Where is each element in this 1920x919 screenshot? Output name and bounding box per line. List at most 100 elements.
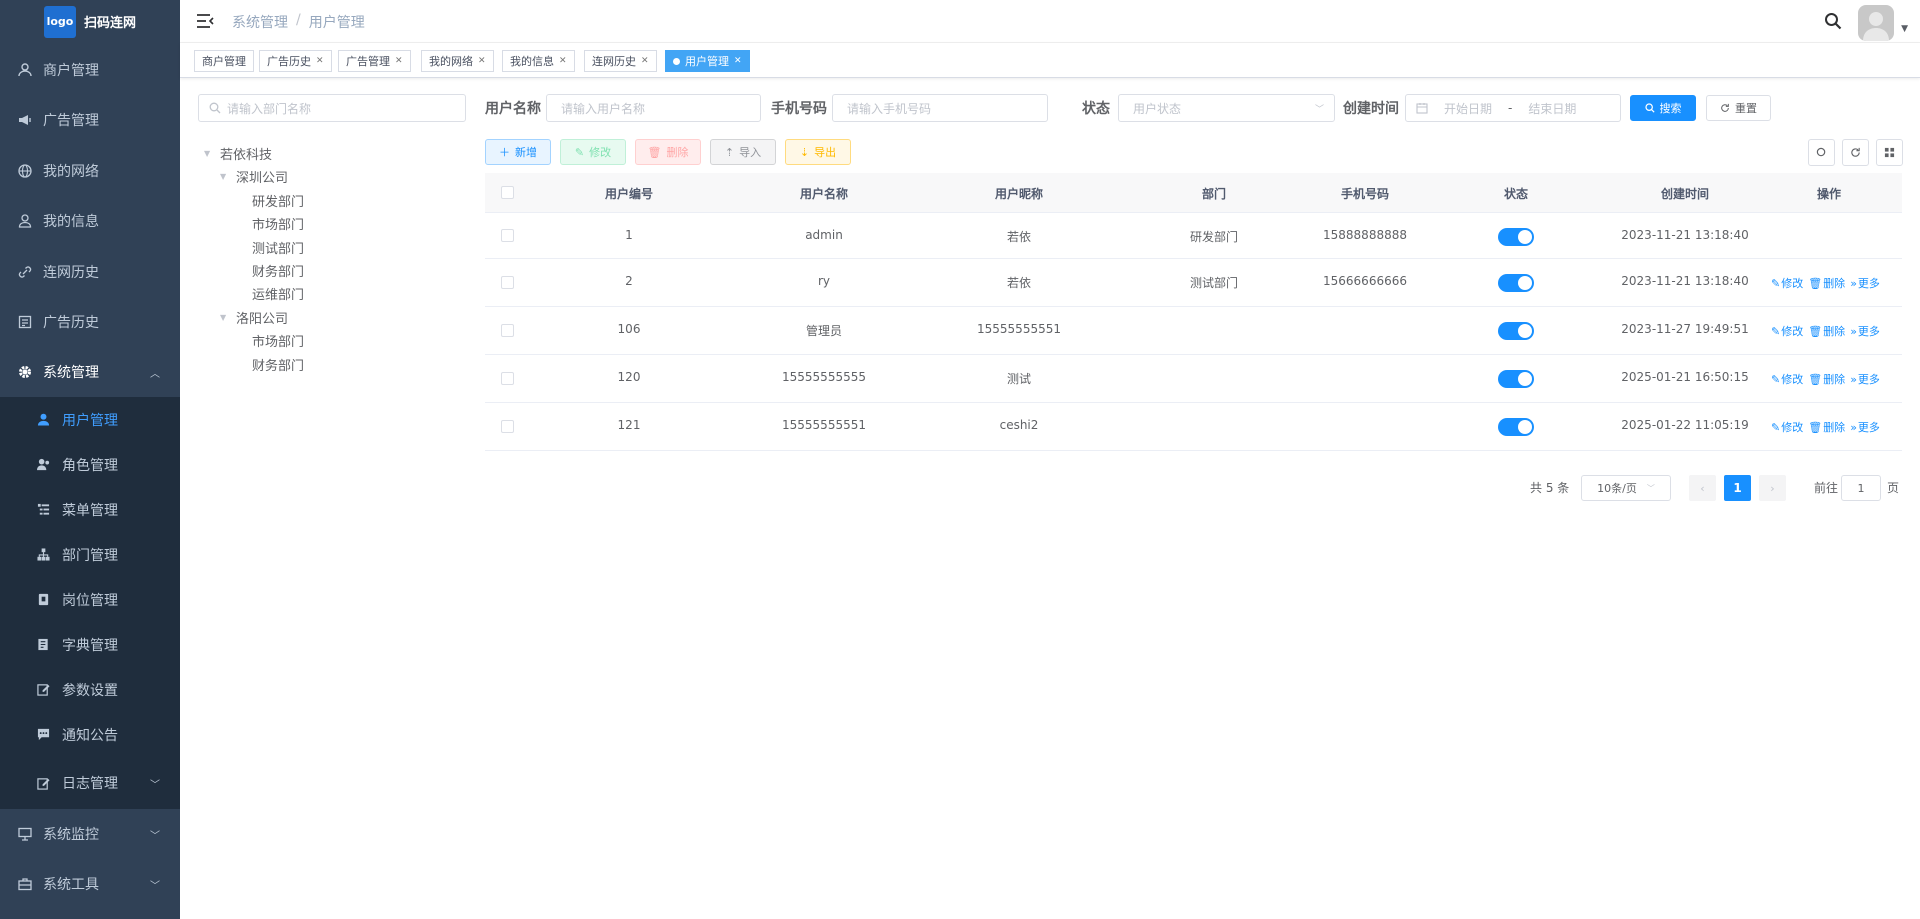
submenu-item-config[interactable]: 参数设置 bbox=[0, 667, 180, 712]
sidebar-item-monitor[interactable]: 系统监控 ﹀ bbox=[0, 809, 180, 859]
column-header[interactable]: 状态 bbox=[1504, 185, 1528, 202]
row-delete-link[interactable]: 🗑 删除 bbox=[1808, 323, 1845, 339]
username-input[interactable]: 请输入用户名称 bbox=[546, 94, 761, 122]
tag-myinfo[interactable]: 我的信息 ✕ bbox=[502, 50, 575, 72]
tag-ad-history[interactable]: 广告历史 ✕ bbox=[259, 50, 332, 72]
date-range-picker[interactable]: 开始日期 - 结束日期 bbox=[1405, 94, 1621, 122]
tag-user-active[interactable]: 用户管理 ✕ bbox=[665, 50, 750, 72]
column-header[interactable]: 创建时间 bbox=[1661, 185, 1709, 202]
caret-down-icon[interactable]: ▼ bbox=[1901, 24, 1908, 34]
toggle-search-button[interactable] bbox=[1808, 139, 1835, 166]
import-button[interactable]: ⇡ 导入 bbox=[710, 139, 776, 165]
row-edit-link[interactable]: ✎ 修改 bbox=[1771, 419, 1803, 435]
table-row[interactable]: 2 ry 若依 测试部门 15666666666 2023-11-21 13:1… bbox=[485, 259, 1902, 307]
dept-search-input[interactable]: 请输入部门名称 bbox=[198, 94, 466, 122]
tree-node-dept[interactable]: 运维部门 bbox=[236, 284, 304, 303]
tree-node-dept[interactable]: 市场部门 bbox=[236, 214, 304, 233]
sidebar-item-ads[interactable]: 广告管理 bbox=[0, 95, 180, 145]
tree-node-company[interactable]: ▼ 深圳公司 bbox=[220, 167, 288, 186]
goto-page-input[interactable]: 1 bbox=[1841, 475, 1881, 501]
tree-node-dept[interactable]: 财务部门 bbox=[236, 355, 304, 374]
row-edit-link[interactable]: ✎ 修改 bbox=[1771, 323, 1803, 339]
caret-down-icon[interactable]: ▼ bbox=[204, 149, 214, 158]
status-select[interactable]: 用户状态 ﹀ bbox=[1118, 94, 1335, 122]
submenu-item-dept[interactable]: 部门管理 bbox=[0, 532, 180, 577]
submenu-item-log[interactable]: 日志管理 ﹀ bbox=[0, 757, 180, 809]
row-delete-link[interactable]: 🗑 删除 bbox=[1808, 371, 1845, 387]
status-toggle[interactable] bbox=[1498, 322, 1534, 340]
next-page-button[interactable]: › bbox=[1759, 475, 1786, 501]
sidebar-item-net-history[interactable]: 连网历史 bbox=[0, 247, 180, 297]
sidebar-item-tools[interactable]: 系统工具 ﹀ bbox=[0, 859, 180, 909]
caret-down-icon[interactable]: ▼ bbox=[220, 313, 230, 322]
refresh-button[interactable] bbox=[1842, 139, 1869, 166]
submenu-item-dict[interactable]: 字典管理 bbox=[0, 622, 180, 667]
submenu-item-user[interactable]: 用户管理 bbox=[0, 397, 180, 442]
tree-node-root[interactable]: ▼ 若依科技 bbox=[204, 144, 272, 163]
phone-input[interactable]: 请输入手机号码 bbox=[832, 94, 1048, 122]
row-more-link[interactable]: » 更多 bbox=[1850, 419, 1880, 435]
submenu-item-role[interactable]: 角色管理 bbox=[0, 442, 180, 487]
column-header[interactable]: 用户编号 bbox=[605, 185, 653, 202]
row-more-link[interactable]: » 更多 bbox=[1850, 275, 1880, 291]
page-number-current[interactable]: 1 bbox=[1724, 475, 1751, 501]
column-header[interactable]: 用户名称 bbox=[800, 185, 848, 202]
status-toggle[interactable] bbox=[1498, 370, 1534, 388]
table-row[interactable]: 120 15555555555 测试 2025-01-21 16:50:15 ✎… bbox=[485, 355, 1902, 403]
column-header[interactable]: 手机号码 bbox=[1341, 185, 1389, 202]
column-header[interactable]: 部门 bbox=[1202, 185, 1226, 202]
close-icon[interactable]: ✕ bbox=[559, 56, 567, 66]
close-icon[interactable]: ✕ bbox=[478, 56, 486, 66]
reset-button[interactable]: 重置 bbox=[1706, 95, 1771, 121]
close-icon[interactable]: ✕ bbox=[734, 56, 742, 66]
caret-down-icon[interactable]: ▼ bbox=[220, 172, 230, 181]
search-button[interactable]: 搜索 bbox=[1630, 95, 1696, 121]
avatar[interactable] bbox=[1858, 5, 1894, 41]
tag-merchant[interactable]: 商户管理 bbox=[194, 50, 254, 72]
submenu-item-menu[interactable]: 菜单管理 bbox=[0, 487, 180, 532]
sidebar-item-system[interactable]: 系统管理 ︿ bbox=[0, 347, 180, 397]
status-toggle[interactable] bbox=[1498, 418, 1534, 436]
row-checkbox[interactable] bbox=[501, 324, 514, 337]
row-checkbox[interactable] bbox=[501, 372, 514, 385]
status-toggle[interactable] bbox=[1498, 274, 1534, 292]
prev-page-button[interactable]: ‹ bbox=[1689, 475, 1716, 501]
row-checkbox[interactable] bbox=[501, 229, 514, 242]
export-button[interactable]: ⇣ 导出 bbox=[785, 139, 851, 165]
submenu-item-post[interactable]: 岗位管理 bbox=[0, 577, 180, 622]
row-edit-link[interactable]: ✎ 修改 bbox=[1771, 275, 1803, 291]
table-row[interactable]: 121 15555555551 ceshi2 2025-01-22 11:05:… bbox=[485, 403, 1902, 451]
tree-node-dept[interactable]: 研发部门 bbox=[236, 191, 304, 210]
select-all-checkbox[interactable] bbox=[501, 186, 514, 199]
tag-net-history[interactable]: 连网历史 ✕ bbox=[584, 50, 657, 72]
row-delete-link[interactable]: 🗑 删除 bbox=[1808, 275, 1845, 291]
tree-node-company[interactable]: ▼ 洛阳公司 bbox=[220, 308, 288, 327]
page-size-select[interactable]: 10条/页 ﹀ bbox=[1581, 475, 1671, 501]
sidebar-item-myinfo[interactable]: 我的信息 bbox=[0, 196, 180, 246]
tag-ads[interactable]: 广告管理 ✕ bbox=[338, 50, 411, 72]
sidebar-item-merchant[interactable]: 商户管理 bbox=[0, 45, 180, 95]
close-icon[interactable]: ✕ bbox=[316, 56, 324, 66]
tree-node-dept[interactable]: 财务部门 bbox=[236, 261, 304, 280]
close-icon[interactable]: ✕ bbox=[395, 56, 403, 66]
column-header[interactable]: 用户昵称 bbox=[995, 185, 1043, 202]
search-icon[interactable] bbox=[1824, 12, 1842, 30]
table-row[interactable]: 106 管理员 15555555551 2023-11-27 19:49:51 … bbox=[485, 307, 1902, 355]
add-button[interactable]: ＋ 新增 bbox=[485, 139, 551, 165]
table-row[interactable]: 1 admin 若依 研发部门 15888888888 2023-11-21 1… bbox=[485, 213, 1902, 259]
edit-button[interactable]: ✎ 修改 bbox=[560, 139, 626, 165]
row-more-link[interactable]: » 更多 bbox=[1850, 371, 1880, 387]
row-checkbox[interactable] bbox=[501, 276, 514, 289]
sidebar-item-network[interactable]: 我的网络 bbox=[0, 146, 180, 196]
submenu-item-notice[interactable]: 通知公告 bbox=[0, 712, 180, 757]
columns-button[interactable] bbox=[1876, 139, 1903, 166]
breadcrumb-item[interactable]: 系统管理 bbox=[232, 12, 288, 32]
row-delete-link[interactable]: 🗑 删除 bbox=[1808, 419, 1845, 435]
delete-button[interactable]: 🗑 删除 bbox=[635, 139, 701, 165]
tag-network[interactable]: 我的网络 ✕ bbox=[421, 50, 494, 72]
tree-node-dept[interactable]: 测试部门 bbox=[236, 238, 304, 257]
row-edit-link[interactable]: ✎ 修改 bbox=[1771, 371, 1803, 387]
sidebar-item-ad-history[interactable]: 广告历史 bbox=[0, 297, 180, 347]
row-checkbox[interactable] bbox=[501, 420, 514, 433]
hamburger-icon[interactable] bbox=[196, 13, 214, 29]
